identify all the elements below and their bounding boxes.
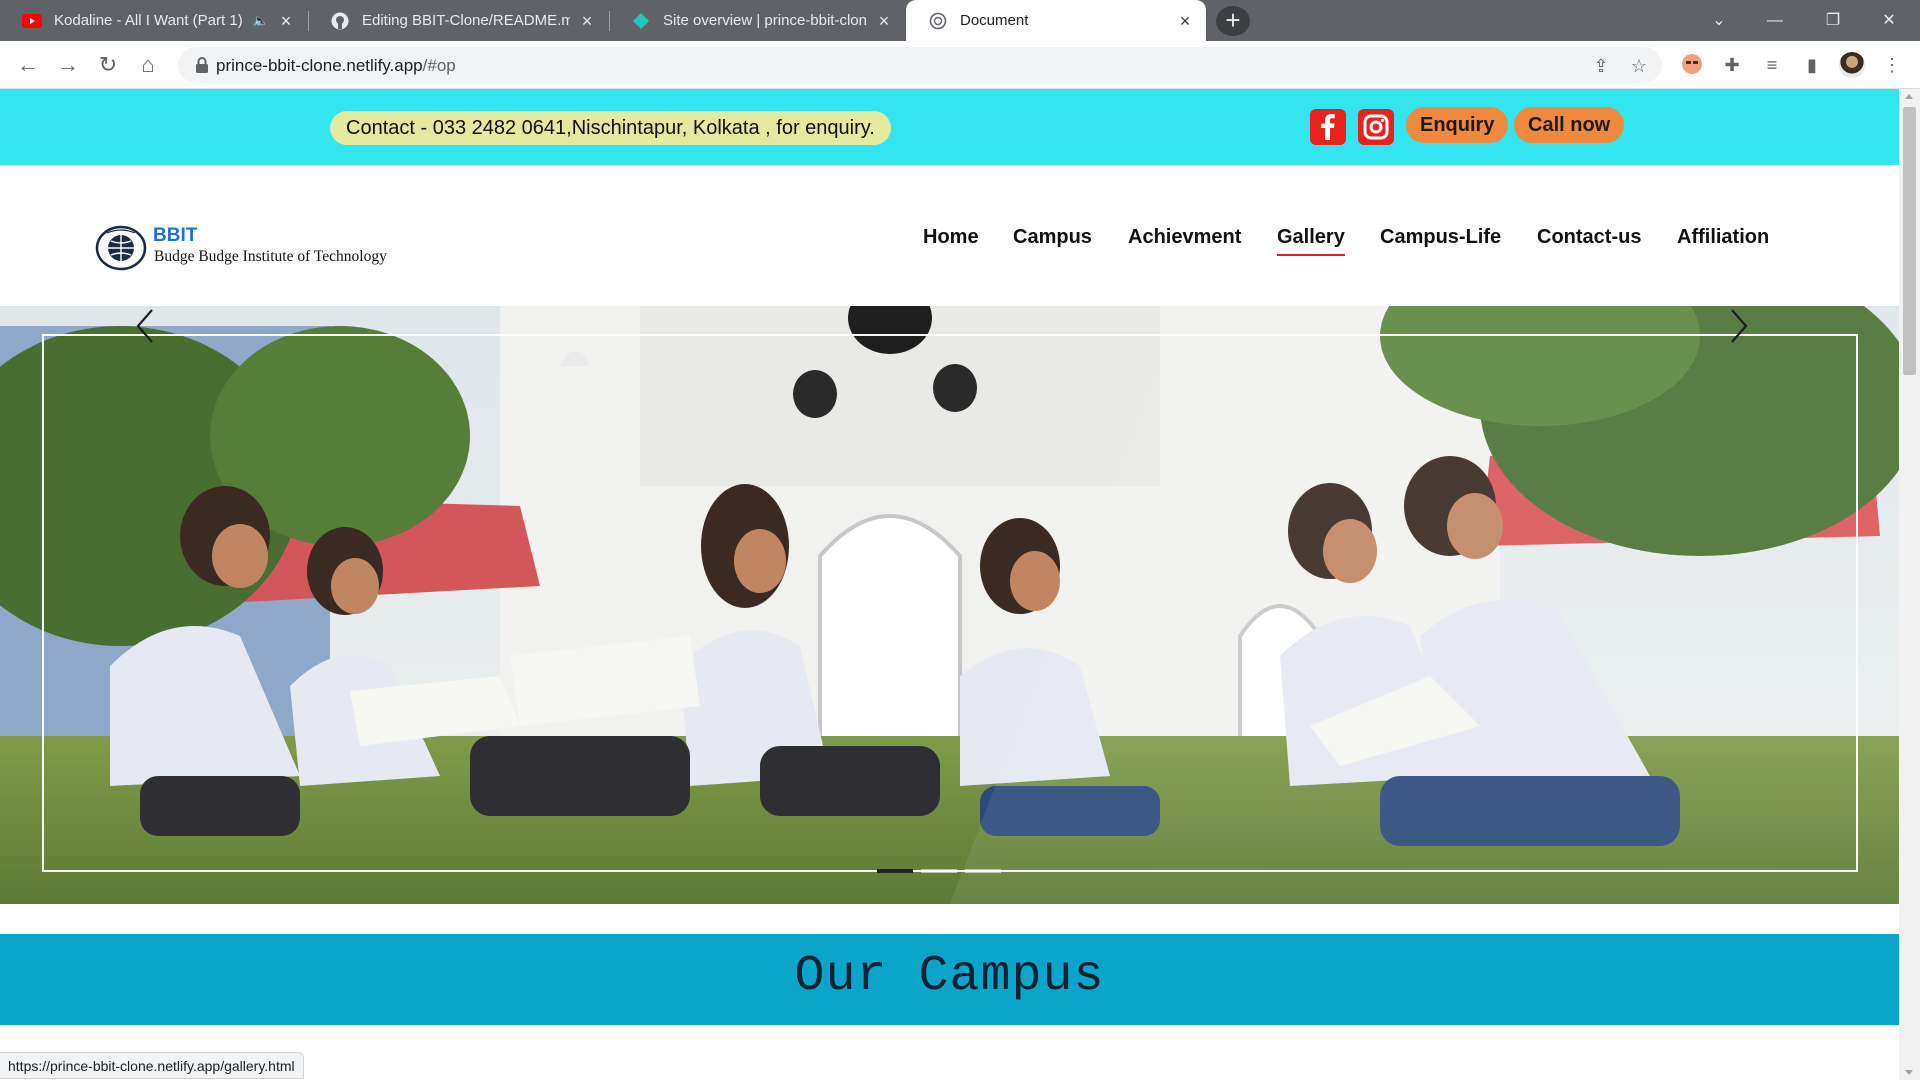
our-campus-banner: Our Campus (0, 934, 1899, 1025)
browser-tab-active[interactable]: Document × (906, 0, 1206, 41)
media-control-icon[interactable]: ≡ (1760, 53, 1784, 77)
carousel-next-arrow[interactable] (1724, 306, 1754, 346)
github-icon (330, 11, 350, 31)
tab-title: Document (960, 12, 1029, 29)
browser-tab-strip: Kodaline - All I Want (Part 1) 🔈 × Editi… (0, 0, 1920, 41)
tab-title: Editing BBIT-Clone/README.md (362, 12, 570, 29)
close-tab-icon[interactable]: × (875, 12, 893, 30)
speaker-mute-icon[interactable]: 🔈 (253, 13, 269, 29)
top-contact-bar: Contact - 033 2482 0641,Nischintapur, Ko… (0, 89, 1899, 165)
contact-info: Contact - 033 2482 0641,Nischintapur, Ko… (330, 111, 891, 145)
carousel-prev-arrow[interactable] (130, 306, 160, 346)
link-status-bubble: https://prince-bbit-clone.netlify.app/ga… (0, 1052, 304, 1079)
address-bar[interactable]: prince-bbit-clone.netlify.app/#op ⇪ ☆ (178, 47, 1662, 83)
side-panel-icon[interactable]: ▮ (1800, 53, 1824, 77)
brand-full-name: Budge Budge Institute of Technology (154, 248, 387, 265)
scroll-down-arrow[interactable] (1905, 1070, 1913, 1075)
hero-frame-border (42, 334, 1858, 872)
extension-avatar-icon[interactable] (1680, 53, 1704, 77)
nav-campus[interactable]: Campus (1013, 226, 1092, 249)
close-window-button[interactable]: ✕ (1866, 0, 1912, 41)
scroll-up-arrow[interactable] (1905, 94, 1913, 99)
minimize-window-button[interactable]: — (1752, 0, 1798, 41)
back-icon[interactable]: ← (14, 51, 42, 79)
netlify-icon (631, 11, 651, 31)
lock-icon[interactable] (194, 56, 210, 74)
carousel-indicator[interactable] (965, 869, 1001, 873)
site-header: BBIT Budge Budge Institute of Technology… (0, 165, 1899, 306)
bbit-logo[interactable] (95, 225, 147, 271)
call-now-button[interactable]: Call now (1514, 107, 1625, 143)
new-tab-button[interactable]: + (1216, 6, 1250, 36)
share-icon[interactable]: ⇪ (1590, 55, 1612, 77)
carousel-indicator[interactable] (921, 869, 957, 873)
bookmark-star-icon[interactable]: ☆ (1628, 55, 1650, 77)
our-campus-heading: Our Campus (794, 948, 1105, 1005)
url-text[interactable]: prince-bbit-clone.netlify.app/#op (216, 56, 456, 76)
browser-tab[interactable]: Kodaline - All I Want (Part 1) 🔈 × (0, 0, 307, 41)
reload-icon[interactable]: ↻ (94, 51, 122, 79)
hero-carousel (0, 306, 1899, 904)
youtube-icon (22, 11, 42, 31)
puzzle-extensions-icon[interactable]: ✚ (1720, 53, 1744, 77)
tab-title: Site overview | prince-bbit-clone (663, 12, 867, 29)
profile-avatar[interactable] (1839, 52, 1865, 78)
facebook-icon[interactable] (1310, 109, 1346, 145)
url-path: /#op (422, 56, 456, 75)
url-host: prince-bbit-clone.netlify.app (216, 56, 423, 75)
browser-tab[interactable]: Site overview | prince-bbit-clone × (609, 0, 905, 41)
close-tab-icon[interactable]: × (578, 12, 596, 30)
nav-contact-us[interactable]: Contact-us (1537, 226, 1641, 249)
nav-gallery[interactable]: Gallery (1277, 226, 1345, 256)
brand-short-name[interactable]: BBIT (153, 225, 197, 247)
nav-home[interactable]: Home (923, 226, 979, 249)
browser-toolbar: ← → ↻ ⌂ prince-bbit-clone.netlify.app/#o… (0, 41, 1920, 89)
section-spacer (0, 904, 1899, 934)
tab-search-icon[interactable]: ⌄ (1696, 0, 1742, 41)
web-page: Contact - 033 2482 0641,Nischintapur, Ko… (0, 89, 1899, 1080)
enquiry-button[interactable]: Enquiry (1406, 107, 1509, 143)
tab-title: Kodaline - All I Want (Part 1) (54, 12, 243, 29)
carousel-indicator[interactable] (877, 869, 913, 873)
globe-icon (928, 11, 948, 31)
forward-icon[interactable]: → (54, 51, 82, 79)
browser-tab[interactable]: Editing BBIT-Clone/README.md × (308, 0, 608, 41)
restore-window-button[interactable]: ❐ (1810, 0, 1856, 41)
nav-affiliation[interactable]: Affiliation (1677, 226, 1769, 249)
close-tab-icon[interactable]: × (277, 12, 295, 30)
nav-achievment[interactable]: Achievment (1128, 226, 1241, 249)
page-scrollbar[interactable] (1899, 89, 1920, 1080)
close-tab-icon[interactable]: × (1176, 12, 1194, 30)
instagram-icon[interactable] (1358, 109, 1394, 145)
nav-campus-life[interactable]: Campus-Life (1380, 226, 1501, 249)
scrollbar-thumb[interactable] (1903, 107, 1916, 375)
home-icon[interactable]: ⌂ (134, 51, 162, 79)
more-menu-icon[interactable]: ⋮ (1880, 53, 1904, 77)
